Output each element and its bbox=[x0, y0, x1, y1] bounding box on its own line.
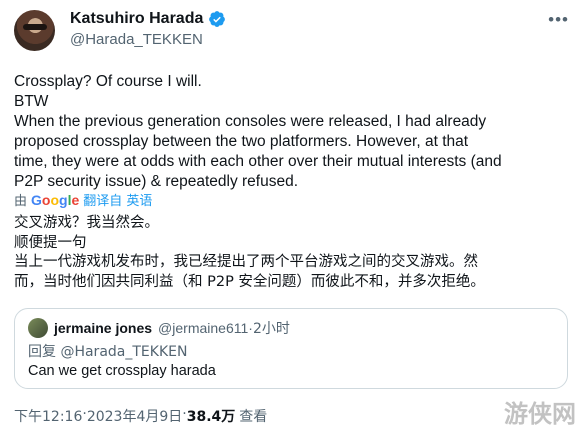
quoted-author-avatar[interactable] bbox=[28, 318, 48, 338]
author-display-name[interactable]: Katsuhiro Harada bbox=[70, 10, 203, 28]
more-options-icon[interactable]: ••• bbox=[548, 10, 569, 30]
google-logo: Google bbox=[31, 191, 80, 208]
view-count: 38.4万 bbox=[186, 409, 236, 425]
tweet-time[interactable]: 下午12:16 bbox=[14, 406, 82, 426]
tweet-line: proposed crossplay between the two platf… bbox=[14, 133, 469, 150]
tweet-line: time, they were at odds with each other … bbox=[14, 153, 502, 170]
quoted-reply-context: 回复 @Harada_TEKKEN bbox=[28, 341, 187, 361]
author-handle[interactable]: @Harada_TEKKEN bbox=[70, 31, 203, 48]
translated-from-link[interactable]: 翻译自 英语 bbox=[83, 190, 152, 209]
reply-mention[interactable]: @Harada_TEKKEN bbox=[60, 344, 187, 360]
view-label: 查看 bbox=[239, 409, 268, 425]
verified-badge-icon bbox=[209, 11, 226, 27]
tweet-date[interactable]: 2023年4月9日 bbox=[87, 406, 182, 426]
quoted-author-name[interactable]: jermaine jones bbox=[54, 320, 152, 336]
tweet-line: Crossplay? Of course I will. bbox=[14, 73, 202, 90]
translation-attribution: 由 Google 翻译自 英语 bbox=[14, 190, 152, 210]
quoted-tweet-text: Can we get crossplay harada bbox=[28, 363, 216, 379]
translated-line: 顺便提一句 bbox=[14, 234, 87, 251]
author-avatar[interactable] bbox=[14, 10, 55, 51]
quoted-author-handle[interactable]: @jermaine611 bbox=[158, 320, 248, 336]
tweet-text: Crossplay? Of course I will. BTW When th… bbox=[14, 72, 570, 192]
site-watermark: 游侠网 bbox=[504, 400, 576, 428]
reply-label: 回复 bbox=[28, 344, 56, 360]
tweet-line: P2P security issue) & repeatedly refused… bbox=[14, 173, 299, 190]
translated-line: 当上一代游戏机发布时，我已经提出了两个平台游戏之间的交叉游戏。然 bbox=[14, 254, 478, 270]
quoted-time[interactable]: 2小时 bbox=[253, 318, 290, 338]
quoted-tweet[interactable]: jermaine jones @jermaine611 · 2小时 回复 @Ha… bbox=[14, 308, 568, 389]
translated-text: 交叉游戏？我当然会。 顺便提一句 当上一代游戏机发布时，我已经提出了两个平台游戏… bbox=[14, 214, 570, 292]
translation-prefix: 由 bbox=[14, 194, 28, 209]
quoted-tweet-header: jermaine jones @jermaine611 · 2小时 bbox=[28, 318, 290, 338]
tweet-line: When the previous generation consoles we… bbox=[14, 113, 487, 130]
tweet-line: BTW bbox=[14, 93, 49, 110]
translated-line: 交叉游戏？我当然会。 bbox=[14, 215, 159, 231]
translated-line: 而，当时他们因共同利益（和 P2P 安全问题）而彼此不和，并多次拒绝。 bbox=[14, 273, 485, 290]
author-name-row: Katsuhiro Harada bbox=[70, 10, 226, 28]
tweet-footer: 下午12:16 · 2023年4月9日 · 38.4万 查看 bbox=[14, 406, 267, 426]
